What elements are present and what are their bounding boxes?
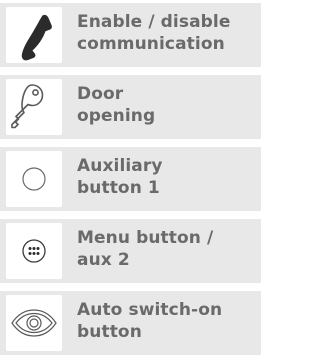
label-line: Menu button / bbox=[77, 228, 214, 248]
label-line: Enable / disable bbox=[77, 12, 231, 32]
legend-label-auto-switch-on: Auto switch-on button bbox=[77, 299, 257, 343]
legend-label-auxiliary-1: Auxiliary button 1 bbox=[77, 155, 257, 199]
handset-icon bbox=[21, 14, 52, 61]
legend-label-door-opening: Door opening bbox=[77, 83, 257, 127]
icon-tile bbox=[6, 223, 62, 279]
legend-row-auxiliary-1: Auxiliary button 1 bbox=[0, 147, 261, 211]
legend-row-door-opening: Door opening bbox=[0, 75, 261, 139]
icon-tile bbox=[6, 79, 62, 135]
button-legend: Enable / disable communication Door open… bbox=[0, 0, 261, 356]
legend-row-communication: Enable / disable communication bbox=[0, 3, 261, 67]
legend-label-menu-aux-2: Menu button / aux 2 bbox=[77, 227, 257, 271]
label-line: Auxiliary bbox=[77, 156, 163, 176]
label-line: Door bbox=[77, 84, 124, 104]
label-line: opening bbox=[77, 106, 156, 126]
label-line: button 1 bbox=[77, 178, 160, 198]
key-icon bbox=[11, 84, 44, 129]
legend-label-communication: Enable / disable communication bbox=[77, 11, 257, 55]
legend-row-auto-switch-on: Auto switch-on button bbox=[0, 291, 261, 355]
icon-tile bbox=[6, 7, 62, 63]
label-line: communication bbox=[77, 34, 225, 54]
circle-icon bbox=[22, 167, 46, 191]
label-line: Auto switch-on bbox=[77, 300, 223, 320]
label-line: button bbox=[77, 322, 142, 342]
icon-tile bbox=[6, 295, 62, 351]
legend-row-menu-aux-2: Menu button / aux 2 bbox=[0, 219, 261, 283]
label-line: aux 2 bbox=[77, 250, 130, 270]
eye-icon bbox=[11, 309, 57, 337]
menu-dots-icon bbox=[22, 239, 46, 263]
icon-tile bbox=[6, 151, 62, 207]
